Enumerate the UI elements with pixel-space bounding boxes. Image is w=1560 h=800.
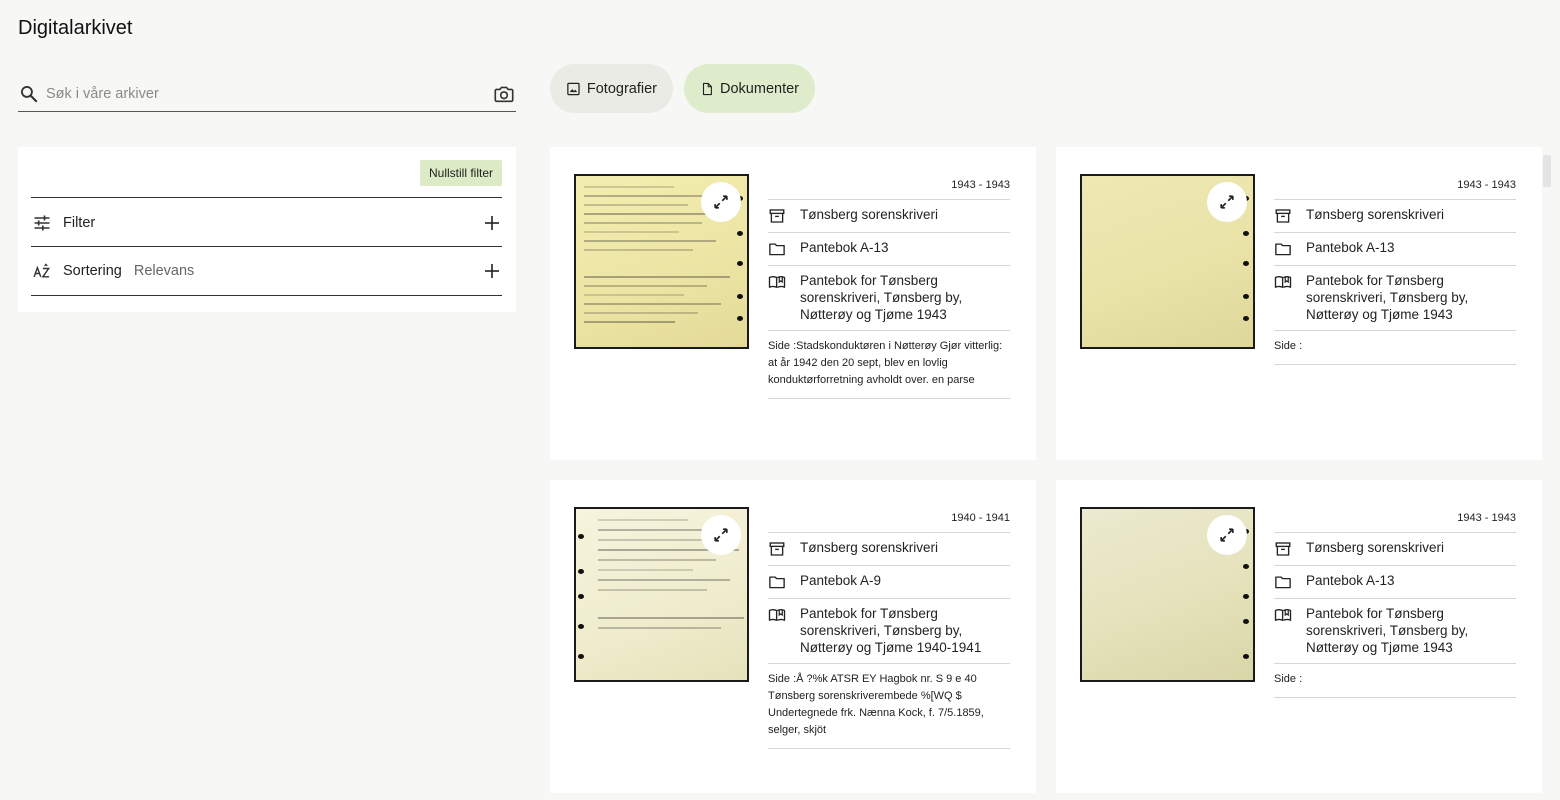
- search-icon: [21, 85, 38, 102]
- book-icon: [768, 275, 786, 288]
- page-transcript: Side :: [1274, 331, 1516, 365]
- folder-icon: [769, 243, 785, 256]
- expand-icon: [1220, 528, 1234, 542]
- book-icon: [1274, 608, 1292, 621]
- search-input[interactable]: [46, 78, 493, 109]
- book-icon: [1274, 275, 1292, 288]
- filter-panel: Nullstill filter Filter Sortering Releva…: [18, 147, 516, 312]
- result-metadata: 1943 - 1943 Tønsberg sorenskriveri Pante…: [768, 174, 1010, 399]
- result-card[interactable]: 1943 - 1943 Tønsberg sorenskriveri Pante…: [1056, 480, 1542, 793]
- expand-button[interactable]: [701, 515, 741, 555]
- series-row: Pantebok A-13: [768, 233, 1010, 266]
- chip-documents-label: Dokumenter: [720, 80, 799, 97]
- plus-icon[interactable]: [484, 263, 500, 279]
- result-years: 1943 - 1943: [768, 174, 1010, 200]
- scrollbar-thumb[interactable]: [1543, 155, 1551, 187]
- folder-icon: [1275, 576, 1291, 589]
- title-row: Pantebok for Tønsberg sorenskriveri, Tøn…: [1274, 266, 1516, 331]
- result-metadata: 1943 - 1943 Tønsberg sorenskriveri Pante…: [1274, 174, 1516, 365]
- series-row: Pantebok A-13: [1274, 233, 1516, 266]
- book-title[interactable]: Pantebok for Tønsberg sorenskriveri, Tøn…: [1306, 272, 1516, 323]
- expand-icon: [1220, 195, 1234, 209]
- archive-row: Tønsberg sorenskriveri: [768, 533, 1010, 566]
- expand-button[interactable]: [701, 182, 741, 222]
- camera-icon[interactable]: [493, 83, 515, 105]
- title-row: Pantebok for Tønsberg sorenskriveri, Tøn…: [1274, 599, 1516, 664]
- document-thumbnail[interactable]: [1080, 507, 1255, 682]
- expand-icon: [714, 528, 728, 542]
- book-title[interactable]: Pantebok for Tønsberg sorenskriveri, Tøn…: [800, 605, 1010, 656]
- archive-row: Tønsberg sorenskriveri: [1274, 533, 1516, 566]
- archive-box-icon: [769, 209, 785, 223]
- result-years: 1943 - 1943: [1274, 507, 1516, 533]
- sort-az-icon: [33, 263, 51, 278]
- expand-icon: [714, 195, 728, 209]
- search-bar: [18, 76, 516, 112]
- result-years: 1943 - 1943: [1274, 174, 1516, 200]
- result-metadata: 1943 - 1943 Tønsberg sorenskriveri Pante…: [1274, 507, 1516, 698]
- archive-name[interactable]: Tønsberg sorenskriveri: [1306, 539, 1444, 556]
- expand-button[interactable]: [1207, 515, 1247, 555]
- book-title[interactable]: Pantebok for Tønsberg sorenskriveri, Tøn…: [1306, 605, 1516, 656]
- series-name[interactable]: Pantebok A-13: [1306, 572, 1395, 589]
- document-thumbnail[interactable]: [574, 174, 749, 349]
- result-years: 1940 - 1941: [768, 507, 1010, 533]
- series-name[interactable]: Pantebok A-13: [800, 239, 889, 256]
- reset-filter-button[interactable]: Nullstill filter: [419, 160, 502, 186]
- plus-icon[interactable]: [484, 215, 500, 231]
- sort-label: Sortering: [63, 263, 122, 279]
- archive-name[interactable]: Tønsberg sorenskriveri: [800, 539, 938, 556]
- filter-accordion[interactable]: Filter: [31, 197, 502, 247]
- book-icon: [768, 608, 786, 621]
- chip-photos[interactable]: Fotografier: [550, 64, 673, 113]
- sort-value: Relevans: [133, 263, 195, 279]
- archive-row: Tønsberg sorenskriveri: [1274, 200, 1516, 233]
- document-thumbnail[interactable]: [574, 507, 749, 682]
- title-row: Pantebok for Tønsberg sorenskriveri, Tøn…: [768, 266, 1010, 331]
- folder-icon: [1275, 243, 1291, 256]
- page-transcript: Side :Å ?%k ATSR EY Hagbok nr. S 9 e 40 …: [768, 664, 1010, 749]
- tune-icon: [34, 215, 50, 230]
- series-row: Pantebok A-9: [768, 566, 1010, 599]
- chip-documents[interactable]: Dokumenter: [684, 64, 815, 113]
- series-name[interactable]: Pantebok A-9: [800, 572, 881, 589]
- result-card[interactable]: 1943 - 1943 Tønsberg sorenskriveri Pante…: [550, 147, 1036, 460]
- expand-button[interactable]: [1207, 182, 1247, 222]
- archive-row: Tønsberg sorenskriveri: [768, 200, 1010, 233]
- image-icon: [567, 82, 580, 95]
- page-transcript: Side :Stadskonduktøren i Nøtterøy Gjør v…: [768, 331, 1010, 399]
- series-name[interactable]: Pantebok A-13: [1306, 239, 1395, 256]
- series-row: Pantebok A-13: [1274, 566, 1516, 599]
- archive-name[interactable]: Tønsberg sorenskriveri: [1306, 206, 1444, 223]
- result-card[interactable]: 1943 - 1943 Tønsberg sorenskriveri Pante…: [1056, 147, 1542, 460]
- sort-accordion[interactable]: Sortering Relevans: [31, 246, 502, 296]
- result-card[interactable]: 1940 - 1941 Tønsberg sorenskriveri Pante…: [550, 480, 1036, 793]
- book-title[interactable]: Pantebok for Tønsberg sorenskriveri, Tøn…: [800, 272, 1010, 323]
- folder-icon: [769, 576, 785, 589]
- app-title: Digitalarkivet: [18, 17, 133, 39]
- document-thumbnail[interactable]: [1080, 174, 1255, 349]
- chip-photos-label: Fotografier: [586, 80, 657, 97]
- document-icon: [702, 82, 712, 95]
- filter-label: Filter: [63, 214, 96, 231]
- page-transcript: Side :: [1274, 664, 1516, 698]
- result-metadata: 1940 - 1941 Tønsberg sorenskriveri Pante…: [768, 507, 1010, 749]
- title-row: Pantebok for Tønsberg sorenskriveri, Tøn…: [768, 599, 1010, 664]
- archive-box-icon: [769, 542, 785, 556]
- archive-box-icon: [1275, 209, 1291, 223]
- archive-name[interactable]: Tønsberg sorenskriveri: [800, 206, 938, 223]
- archive-box-icon: [1275, 542, 1291, 556]
